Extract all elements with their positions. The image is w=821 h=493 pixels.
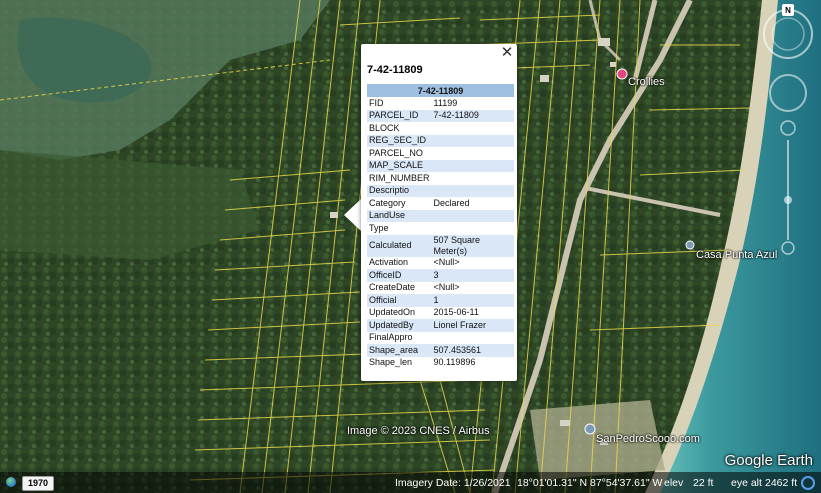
attribute-value: 507 Square Meter(s) (431, 234, 514, 257)
earth-globe-icon[interactable] (6, 477, 16, 487)
latitude-readout: 18°01'01.31" N (517, 477, 588, 489)
attribute-key: CreateDate (369, 282, 416, 293)
attribute-value: 7-42-11809 (431, 109, 514, 122)
attribute-row: Calculated 507 Square Meter(s) (367, 234, 514, 257)
attribute-value (432, 122, 514, 135)
eye-alt-value: 2462 ft (765, 477, 798, 489)
attribute-value (431, 209, 514, 222)
attribute-table: 7-42-11809 FID 11199 PARCEL_ID 7-42-11809 BL… (367, 84, 514, 369)
attribute-key: RIM_NUMBER (369, 172, 430, 183)
attribute-key: FID (369, 97, 384, 108)
attribute-row: Category Declared (367, 197, 514, 210)
attribute-key: REG_SEC_ID (367, 134, 432, 147)
attribute-key: FinalAppro (369, 332, 413, 343)
attribute-value: Lionel Frazer (431, 319, 514, 332)
attribute-row: Type (367, 222, 514, 235)
attribute-value: 1 (431, 294, 514, 307)
attribute-value: 2015-06-11 (433, 307, 479, 318)
compass-north-letter: N (785, 6, 791, 15)
elev-value: 22 ft (693, 477, 714, 489)
attribute-value (431, 134, 514, 147)
attribute-row: PARCEL_NO (367, 147, 514, 160)
place-label-crollies[interactable]: Crollies (628, 76, 665, 88)
attribute-key: Shape_area (367, 344, 432, 357)
elev-label: elev (664, 477, 684, 489)
longitude-readout: 87°54'37.61" W (590, 477, 663, 489)
google-earth-logo: Google Earth (724, 452, 813, 469)
attribute-value: 90.119896 (433, 357, 476, 368)
pin-casa-punta-azul[interactable] (685, 240, 695, 250)
attribute-row: Descriptio (367, 184, 514, 197)
attribute-row: Shape_len 90.119896 (367, 357, 514, 370)
attribute-key: Type (369, 222, 389, 233)
historical-imagery-icon[interactable] (801, 476, 815, 490)
attribute-value (431, 159, 514, 172)
attribute-row: RIM_NUMBER (367, 172, 514, 185)
attribute-value (432, 222, 514, 235)
attribute-key: BLOCK (369, 122, 400, 133)
attribute-key: UpdatedBy (367, 319, 432, 332)
attribute-row: MAP_SCALE (367, 159, 514, 172)
attribute-row: BLOCK (367, 122, 514, 135)
popup-title: 7-42-11809 (367, 64, 423, 76)
attribute-value (432, 147, 514, 160)
attribute-row: OfficeID 3 (367, 269, 514, 282)
attribute-key: UpdatedOn (369, 307, 416, 318)
attribute-value: Declared (433, 197, 470, 208)
attribute-value: 3 (431, 269, 514, 282)
popup-pointer (344, 199, 361, 231)
imagery-date: Imagery Date: 1/26/2021 (395, 477, 511, 489)
attribute-row: LandUse (367, 209, 514, 222)
attribute-key: PARCEL_ID (367, 109, 432, 122)
attribute-key: Descriptio (367, 184, 432, 197)
attribute-key: MAP_SCALE (367, 159, 432, 172)
attribute-row: Activation <Null> (367, 257, 514, 270)
attribute-row: UpdatedBy Lionel Frazer (367, 319, 514, 332)
attribute-value: <Null> (433, 257, 460, 268)
pin-crollies[interactable] (616, 68, 628, 80)
attribute-row: FinalAppro (367, 332, 514, 345)
historical-imagery-year[interactable]: 1970 (22, 476, 55, 491)
attribute-row: Official 1 (367, 294, 514, 307)
attribute-key: Official (367, 294, 432, 307)
parcel-info-popup: ✕ 7-42-11809 7-42-11809 FID 11199 PARCEL_I… (361, 44, 517, 381)
attribute-value: 11199 (433, 97, 458, 108)
attribute-value: <Null> (433, 282, 460, 293)
attribute-key: Calculated (367, 234, 432, 257)
attribute-value (432, 332, 514, 345)
attribute-value (432, 172, 514, 185)
attribute-key: Activation (369, 257, 409, 268)
attribute-key: LandUse (367, 209, 432, 222)
imagery-copyright: Image © 2023 CNES / Airbus (347, 425, 490, 437)
attribute-key: Shape_len (369, 357, 413, 368)
attribute-table-header: 7-42-11809 (367, 84, 514, 97)
attribute-row: UpdatedOn 2015-06-11 (367, 307, 514, 320)
attribute-row: Shape_area 507.453561 (367, 344, 514, 357)
attribute-row: CreateDate <Null> (367, 282, 514, 295)
place-label-casa-punta-azul[interactable]: Casa Punta Azul (696, 249, 777, 261)
attribute-value: 507.453561 (431, 344, 514, 357)
attribute-row: PARCEL_ID 7-42-11809 (367, 109, 514, 122)
attribute-key: OfficeID (367, 269, 432, 282)
pin-sanpedroscooo[interactable] (584, 423, 596, 435)
status-bar: Imagery Date: 1/26/2021 18°01'01.31" N 8… (0, 472, 821, 493)
eye-alt-label: eye alt (731, 477, 762, 489)
attribute-row: FID 11199 (367, 97, 514, 110)
attribute-value (431, 184, 514, 197)
place-label-sanpedroscooo[interactable]: SanPedroScooo.com (596, 433, 700, 445)
attribute-key: PARCEL_NO (369, 147, 423, 158)
attribute-key: Category (369, 197, 406, 208)
close-icon[interactable]: ✕ (500, 45, 514, 61)
attribute-row: REG_SEC_ID (367, 134, 514, 147)
